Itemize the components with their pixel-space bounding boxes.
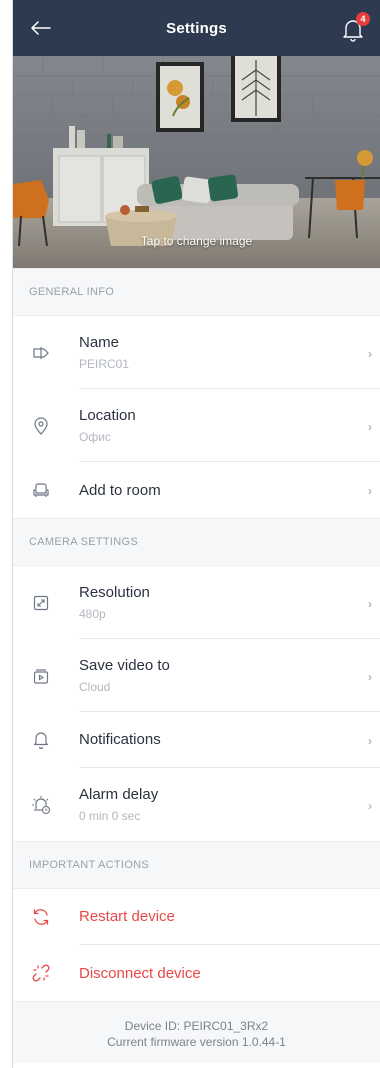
save-video-value: Cloud <box>79 679 111 694</box>
notifications-button[interactable]: 4 <box>338 12 370 44</box>
resolution-value: 480p <box>79 606 106 621</box>
section-general-info: GENERAL INFO <box>13 268 380 316</box>
notifications-setting[interactable]: Notifications › <box>13 712 380 768</box>
bell-icon <box>33 732 49 749</box>
top-bar: Settings 4 <box>13 0 380 56</box>
section-important-actions: IMPORTANT ACTIONS <box>13 841 380 889</box>
section-camera-settings: CAMERA SETTINGS <box>13 518 380 566</box>
name-value: PEIRC01 <box>79 356 130 371</box>
location-setting[interactable]: Location Офис › <box>13 389 380 462</box>
name-label: Name <box>79 333 120 351</box>
firmware-version-text: Current firmware version 1.0.44-1 <box>107 1035 286 1049</box>
armchair-icon <box>33 483 49 497</box>
save-video-label: Save video to <box>79 656 170 674</box>
location-pin-icon <box>34 416 48 435</box>
chevron-right-icon: › <box>368 346 372 361</box>
unlink-icon <box>32 964 50 982</box>
device-id-text: Device ID: PEIRC01_3Rx2 <box>124 1019 269 1033</box>
device-info-footer: Device ID: PEIRC01_3Rx2 Current firmware… <box>13 1001 380 1063</box>
disconnect-device-label: Disconnect device <box>79 964 201 982</box>
disconnect-device-button[interactable]: Disconnect device <box>13 945 380 1001</box>
device-cover-image[interactable]: Tap to change image <box>13 56 380 268</box>
notifications-label: Notifications <box>79 731 161 748</box>
chevron-right-icon: › <box>368 734 372 748</box>
resolution-setting[interactable]: Resolution 480p › <box>13 566 380 639</box>
add-to-room-setting[interactable]: Add to room › <box>13 462 380 518</box>
settings-screen: Settings 4 Tap to change image GENERAL I… <box>12 0 380 1068</box>
alarm-delay-setting[interactable]: Alarm delay 0 min 0 sec › <box>13 768 380 841</box>
arrow-left-icon <box>31 21 51 35</box>
save-video-setting[interactable]: Save video to Cloud › <box>13 639 380 712</box>
video-storage-icon <box>33 668 49 684</box>
chevron-right-icon: › <box>368 419 372 434</box>
notification-badge: 4 <box>356 12 370 26</box>
alarm-delay-label: Alarm delay <box>79 786 159 803</box>
page-title: Settings <box>166 19 227 37</box>
alarm-delay-icon <box>32 795 51 814</box>
location-label: Location <box>79 406 136 424</box>
resolution-label: Resolution <box>79 583 150 601</box>
tag-icon <box>33 346 49 359</box>
alarm-delay-value: 0 min 0 sec <box>79 809 141 823</box>
chevron-right-icon: › <box>368 596 372 611</box>
change-image-caption: Tap to change image <box>140 234 253 248</box>
location-value: Офис <box>79 429 111 444</box>
restart-icon <box>33 909 49 925</box>
restart-device-label: Restart device <box>79 908 175 925</box>
name-setting[interactable]: Name PEIRC01 › <box>13 316 380 389</box>
chevron-right-icon: › <box>368 669 372 684</box>
back-button[interactable] <box>27 14 55 42</box>
expand-icon <box>33 595 49 610</box>
add-to-room-label: Add to room <box>79 481 161 499</box>
chevron-right-icon: › <box>368 484 372 498</box>
chevron-right-icon: › <box>368 798 372 813</box>
restart-device-button[interactable]: Restart device <box>13 889 380 945</box>
